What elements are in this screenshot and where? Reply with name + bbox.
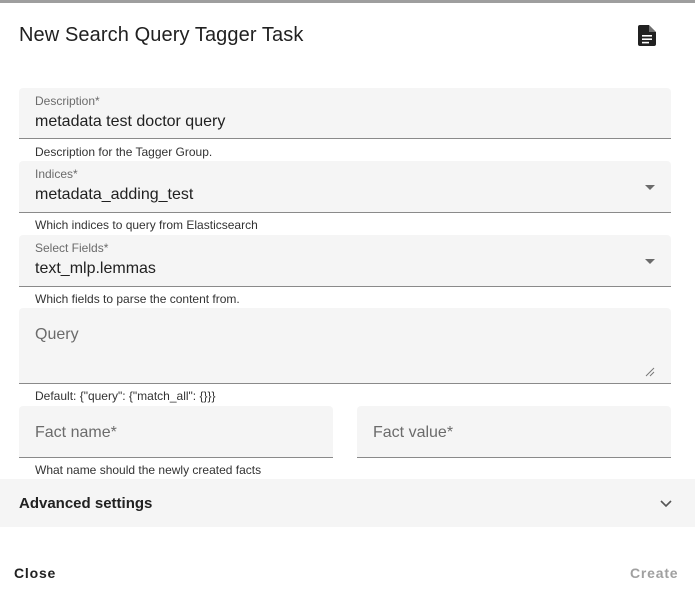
- fact-value-placeholder: Fact value*: [373, 424, 454, 441]
- dropdown-arrow-icon[interactable]: [645, 259, 655, 264]
- query-hint: Default: {"query": {"match_all": {}}}: [35, 389, 216, 403]
- select-fields-value: text_mlp.lemmas: [35, 260, 156, 277]
- dialog-top-border: [0, 0, 695, 3]
- advanced-settings-title: Advanced settings: [19, 495, 153, 512]
- close-button[interactable]: Close: [14, 565, 56, 581]
- fact-name-placeholder: Fact name*: [35, 424, 117, 441]
- dropdown-arrow-icon[interactable]: [645, 185, 655, 190]
- indices-value: metadata_adding_test: [35, 186, 194, 203]
- select-fields-label: Select Fields*: [35, 241, 109, 255]
- advanced-settings-panel[interactable]: Advanced settings: [0, 479, 695, 527]
- description-label: Description*: [35, 94, 100, 108]
- chevron-down-icon[interactable]: [660, 499, 672, 509]
- select-fields-select[interactable]: Select Fields* text_mlp.lemmas: [19, 235, 671, 287]
- fact-value-field[interactable]: Fact value*: [357, 406, 671, 458]
- document-icon[interactable]: [638, 25, 656, 46]
- indices-hint: Which indices to query from Elasticsearc…: [35, 218, 258, 232]
- indices-select[interactable]: Indices* metadata_adding_test: [19, 161, 671, 213]
- dialog-title: New Search Query Tagger Task: [19, 24, 304, 46]
- description-value[interactable]: metadata test doctor query: [35, 113, 225, 131]
- select-fields-hint: Which fields to parse the content from.: [35, 292, 240, 306]
- fact-name-hint: What name should the newly created facts: [35, 463, 262, 477]
- query-textarea[interactable]: Query: [19, 308, 671, 384]
- description-field[interactable]: Description* metadata test doctor query: [19, 88, 671, 139]
- resize-handle-icon[interactable]: [645, 367, 655, 377]
- indices-label: Indices*: [35, 167, 78, 181]
- query-placeholder: Query: [35, 326, 79, 343]
- create-button[interactable]: Create: [630, 565, 678, 581]
- description-hint: Description for the Tagger Group.: [35, 145, 213, 159]
- fact-name-field[interactable]: Fact name*: [19, 406, 333, 458]
